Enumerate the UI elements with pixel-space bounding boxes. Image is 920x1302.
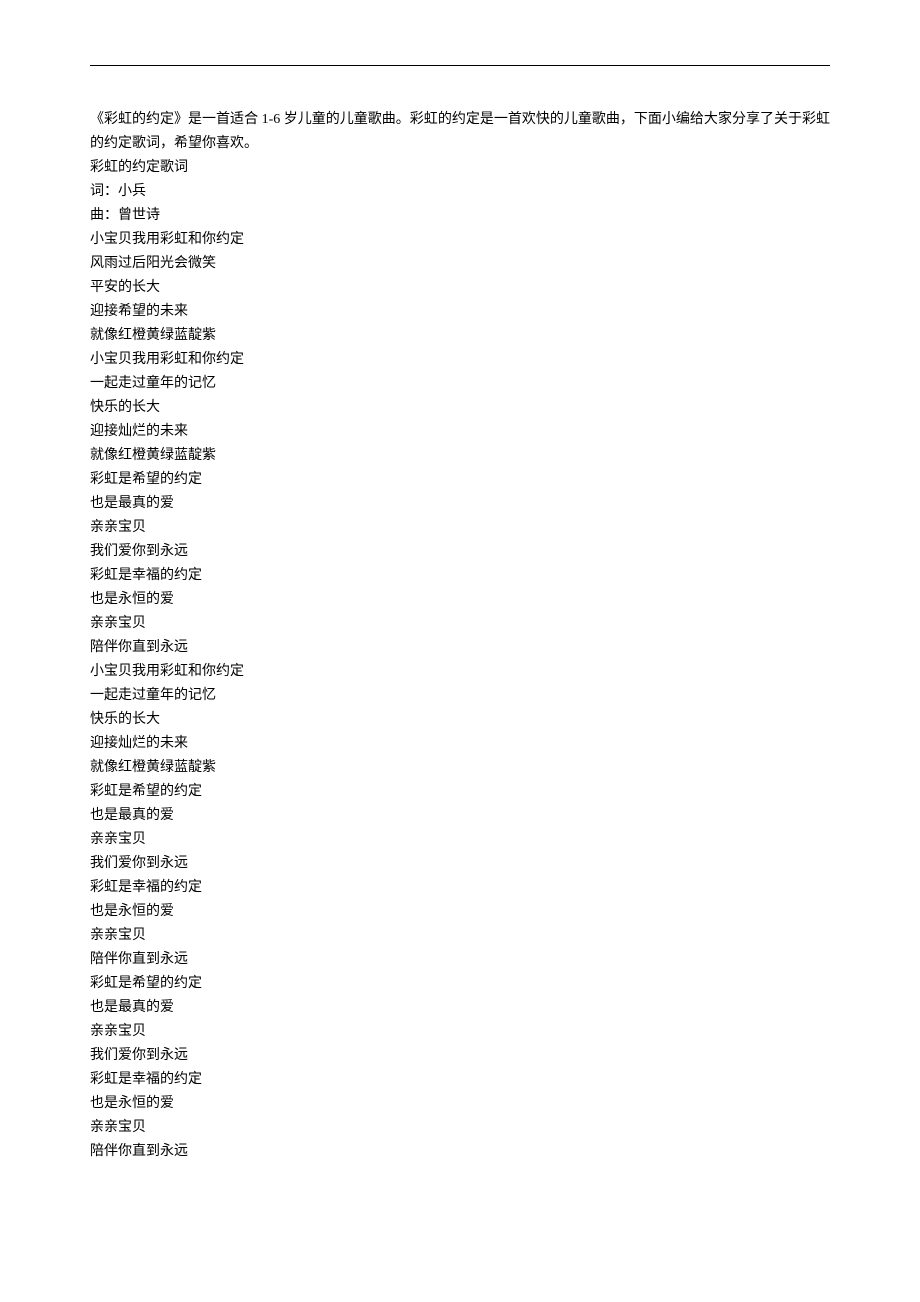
lyrics-line: 陪伴你直到永远 <box>90 948 830 972</box>
lyrics-line: 亲亲宝贝 <box>90 1116 830 1140</box>
lyrics-line: 亲亲宝贝 <box>90 1020 830 1044</box>
lyrics-line: 也是最真的爱 <box>90 804 830 828</box>
lyrics-container: 彩虹的约定歌词词：小兵曲：曾世诗小宝贝我用彩虹和你约定风雨过后阳光会微笑平安的长… <box>90 156 830 1164</box>
lyrics-line: 小宝贝我用彩虹和你约定 <box>90 660 830 684</box>
lyrics-line: 风雨过后阳光会微笑 <box>90 252 830 276</box>
lyrics-line: 陪伴你直到永远 <box>90 636 830 660</box>
lyrics-line: 我们爱你到永远 <box>90 540 830 564</box>
lyrics-line: 亲亲宝贝 <box>90 828 830 852</box>
lyrics-line: 迎接灿烂的未来 <box>90 732 830 756</box>
lyrics-line: 迎接希望的未来 <box>90 300 830 324</box>
lyrics-line: 亲亲宝贝 <box>90 516 830 540</box>
lyrics-line: 就像红橙黄绿蓝靛紫 <box>90 444 830 468</box>
lyrics-line: 我们爱你到永远 <box>90 1044 830 1068</box>
lyrics-line: 也是永恒的爱 <box>90 900 830 924</box>
horizontal-divider <box>90 65 830 66</box>
lyrics-line: 快乐的长大 <box>90 708 830 732</box>
lyrics-line: 彩虹是希望的约定 <box>90 468 830 492</box>
lyrics-line: 也是最真的爱 <box>90 492 830 516</box>
lyrics-line: 彩虹是幸福的约定 <box>90 1068 830 1092</box>
lyrics-line: 就像红橙黄绿蓝靛紫 <box>90 756 830 780</box>
lyrics-line: 就像红橙黄绿蓝靛紫 <box>90 324 830 348</box>
lyrics-line: 也是最真的爱 <box>90 996 830 1020</box>
lyrics-line: 曲：曾世诗 <box>90 204 830 228</box>
lyrics-line: 我们爱你到永远 <box>90 852 830 876</box>
lyrics-line: 彩虹的约定歌词 <box>90 156 830 180</box>
lyrics-line: 词：小兵 <box>90 180 830 204</box>
lyrics-line: 彩虹是幸福的约定 <box>90 876 830 900</box>
lyrics-line: 迎接灿烂的未来 <box>90 420 830 444</box>
intro-paragraph: 《彩虹的约定》是一首适合 1-6 岁儿童的儿童歌曲。彩虹的约定是一首欢快的儿童歌… <box>90 108 830 156</box>
lyrics-line: 彩虹是希望的约定 <box>90 972 830 996</box>
lyrics-line: 亲亲宝贝 <box>90 612 830 636</box>
lyrics-line: 彩虹是希望的约定 <box>90 780 830 804</box>
lyrics-line: 一起走过童年的记忆 <box>90 372 830 396</box>
lyrics-line: 亲亲宝贝 <box>90 924 830 948</box>
lyrics-line: 陪伴你直到永远 <box>90 1140 830 1164</box>
lyrics-line: 也是永恒的爱 <box>90 588 830 612</box>
lyrics-line: 小宝贝我用彩虹和你约定 <box>90 228 830 252</box>
lyrics-line: 小宝贝我用彩虹和你约定 <box>90 348 830 372</box>
lyrics-line: 快乐的长大 <box>90 396 830 420</box>
lyrics-line: 也是永恒的爱 <box>90 1092 830 1116</box>
lyrics-line: 一起走过童年的记忆 <box>90 684 830 708</box>
lyrics-line: 彩虹是幸福的约定 <box>90 564 830 588</box>
lyrics-line: 平安的长大 <box>90 276 830 300</box>
